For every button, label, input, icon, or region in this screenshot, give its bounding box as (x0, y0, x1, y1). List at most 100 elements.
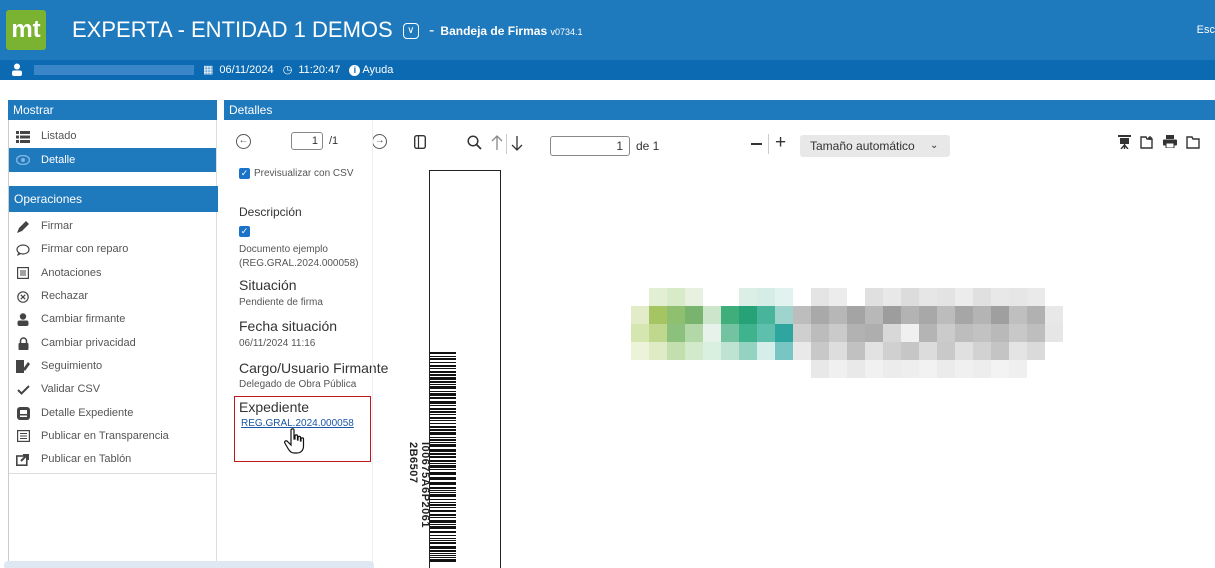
mosaic-tile (1027, 342, 1045, 360)
mosaic-tile (793, 342, 811, 360)
menu-item-label: Publicar en Tablón (41, 453, 132, 466)
mosaic-tile (757, 288, 775, 306)
menu-item-label: Rechazar (41, 290, 89, 303)
mosaic-tile (991, 306, 1009, 324)
mosaic-tile (847, 306, 865, 324)
menu-item-cambiar-firmante[interactable]: Cambiar firmante (9, 308, 216, 331)
chevron-down-icon: ⌄ (930, 140, 939, 151)
app-title-group: EXPERTA - ENTIDAD 1 DEMOS ∨ - Bandeja de… (72, 16, 583, 46)
print-icon[interactable] (1163, 135, 1177, 151)
mosaic-tile (793, 324, 811, 342)
sidebar-toggle-icon[interactable] (413, 134, 427, 152)
descripcion-checkbox[interactable]: ✓ (239, 226, 250, 237)
download-icon[interactable] (1186, 135, 1200, 152)
barcode-bar (430, 542, 456, 544)
mosaic-tile (973, 360, 991, 378)
menu-item-publicar-tablon[interactable]: Publicar en Tablón (9, 448, 216, 471)
menu-item-validar-csv[interactable]: Validar CSV (9, 378, 216, 401)
toolbar-divider (768, 134, 769, 154)
menu-item-rechazar[interactable]: Rechazar (9, 285, 216, 308)
barcode-bar (430, 559, 456, 562)
barcode-bar (430, 365, 456, 367)
menu-item-publicar-transparencia[interactable]: Publicar en Transparencia (9, 425, 216, 448)
pdf-page-input[interactable]: 1 (550, 136, 630, 156)
mosaic-tile (937, 324, 955, 342)
next-document-icon[interactable]: → (372, 133, 388, 149)
fecha-situacion-value: 06/11/2024 11:16 (239, 338, 316, 349)
barcode-bar (430, 520, 456, 523)
barcode-bar (430, 377, 456, 380)
header-right-text[interactable]: Esc (1197, 24, 1215, 36)
status-tooltip (4, 561, 374, 568)
zoom-in-icon[interactable]: + (775, 133, 786, 153)
lock-icon (15, 336, 31, 350)
menu-item-label: Detalle (41, 153, 76, 166)
search-icon[interactable] (467, 135, 482, 153)
barcode-bar (430, 550, 456, 552)
help-link[interactable]: Ayuda (362, 64, 393, 76)
barcode-bar (430, 535, 456, 536)
mosaic-tile (811, 360, 829, 378)
preview-csv-checkbox[interactable]: ✓ (239, 168, 250, 179)
menu-item-firmar-con-reparo[interactable]: Firmar con reparo (9, 238, 216, 261)
mosaic-tile (1045, 306, 1063, 324)
menu-item-seguimiento[interactable]: Seguimiento (9, 355, 216, 378)
eye-icon (15, 153, 31, 167)
open-file-icon[interactable] (1140, 135, 1154, 152)
mosaic-tile (667, 288, 685, 306)
user-icon[interactable] (12, 63, 22, 76)
barcode-bar (430, 490, 456, 491)
mosaic-tile (631, 306, 649, 324)
next-page-icon[interactable] (511, 135, 523, 154)
previous-page-icon[interactable] (491, 135, 503, 154)
menu-item-detalle[interactable]: Detalle (9, 148, 216, 172)
panel-splitter[interactable] (372, 120, 373, 568)
mosaic-tile (685, 342, 703, 360)
barcode-bar (430, 420, 456, 421)
pdf-page-count: de 1 (636, 139, 660, 153)
mosaic-tile (649, 306, 667, 324)
situacion-value: Pendiente de firma (239, 297, 323, 308)
operaciones-menu: Firmar Firmar con reparo Anotaciones Rec… (9, 212, 216, 475)
menu-item-firmar[interactable]: Firmar (9, 215, 216, 238)
barcode-bar (430, 417, 456, 419)
menu-item-cambiar-privacidad[interactable]: Cambiar privacidad (9, 331, 216, 354)
mostrar-menu: Listado Detalle (9, 120, 216, 172)
notes-icon (15, 266, 31, 280)
barcode-bar (430, 426, 456, 428)
barcode-bar (430, 411, 456, 413)
menu-item-label: Validar CSV (41, 383, 101, 396)
clock-icon: ◷ (282, 64, 293, 76)
document-page-input[interactable]: 1 (291, 132, 323, 150)
menu-item-detalle-expediente[interactable]: Detalle Expediente (9, 401, 216, 424)
zoom-select-value: Tamaño automático (810, 139, 915, 153)
barcode-bar (430, 456, 456, 458)
presentation-icon[interactable] (1118, 135, 1131, 152)
prev-document-icon[interactable]: ← (236, 133, 251, 149)
menu-item-anotaciones[interactable]: Anotaciones (9, 262, 216, 285)
mosaic-tile (775, 306, 793, 324)
preview-csv-option[interactable]: ✓ Previsualizar con CSV (239, 168, 353, 179)
zoom-out-icon[interactable] (751, 143, 762, 145)
mosaic-tile (649, 324, 667, 342)
mosaic-tile (685, 306, 703, 324)
menu-item-label: Firmar (41, 220, 73, 233)
preview-csv-label: Previsualizar con CSV (254, 168, 354, 179)
document-pager: ← 1 /1 → (230, 132, 388, 150)
zoom-select[interactable]: Tamaño automático ⌄ (800, 135, 950, 157)
mosaic-tile (847, 342, 865, 360)
mosaic-tile (775, 288, 793, 306)
mosaic-tile (937, 288, 955, 306)
mosaic-tile (937, 360, 955, 378)
barcode-bar (430, 356, 456, 357)
session-date: 06/11/2024 (219, 64, 274, 76)
mosaic-tile (829, 360, 847, 378)
mosaic-tile (1009, 306, 1027, 324)
title-separator: - (428, 22, 435, 40)
list-icon (15, 130, 31, 144)
chevron-down-icon[interactable]: ∨ (402, 23, 419, 40)
mosaic-tile (901, 342, 919, 360)
mosaic-tile (739, 288, 757, 306)
menu-item-listado[interactable]: Listado (9, 125, 216, 148)
barcode-bar (430, 453, 456, 455)
